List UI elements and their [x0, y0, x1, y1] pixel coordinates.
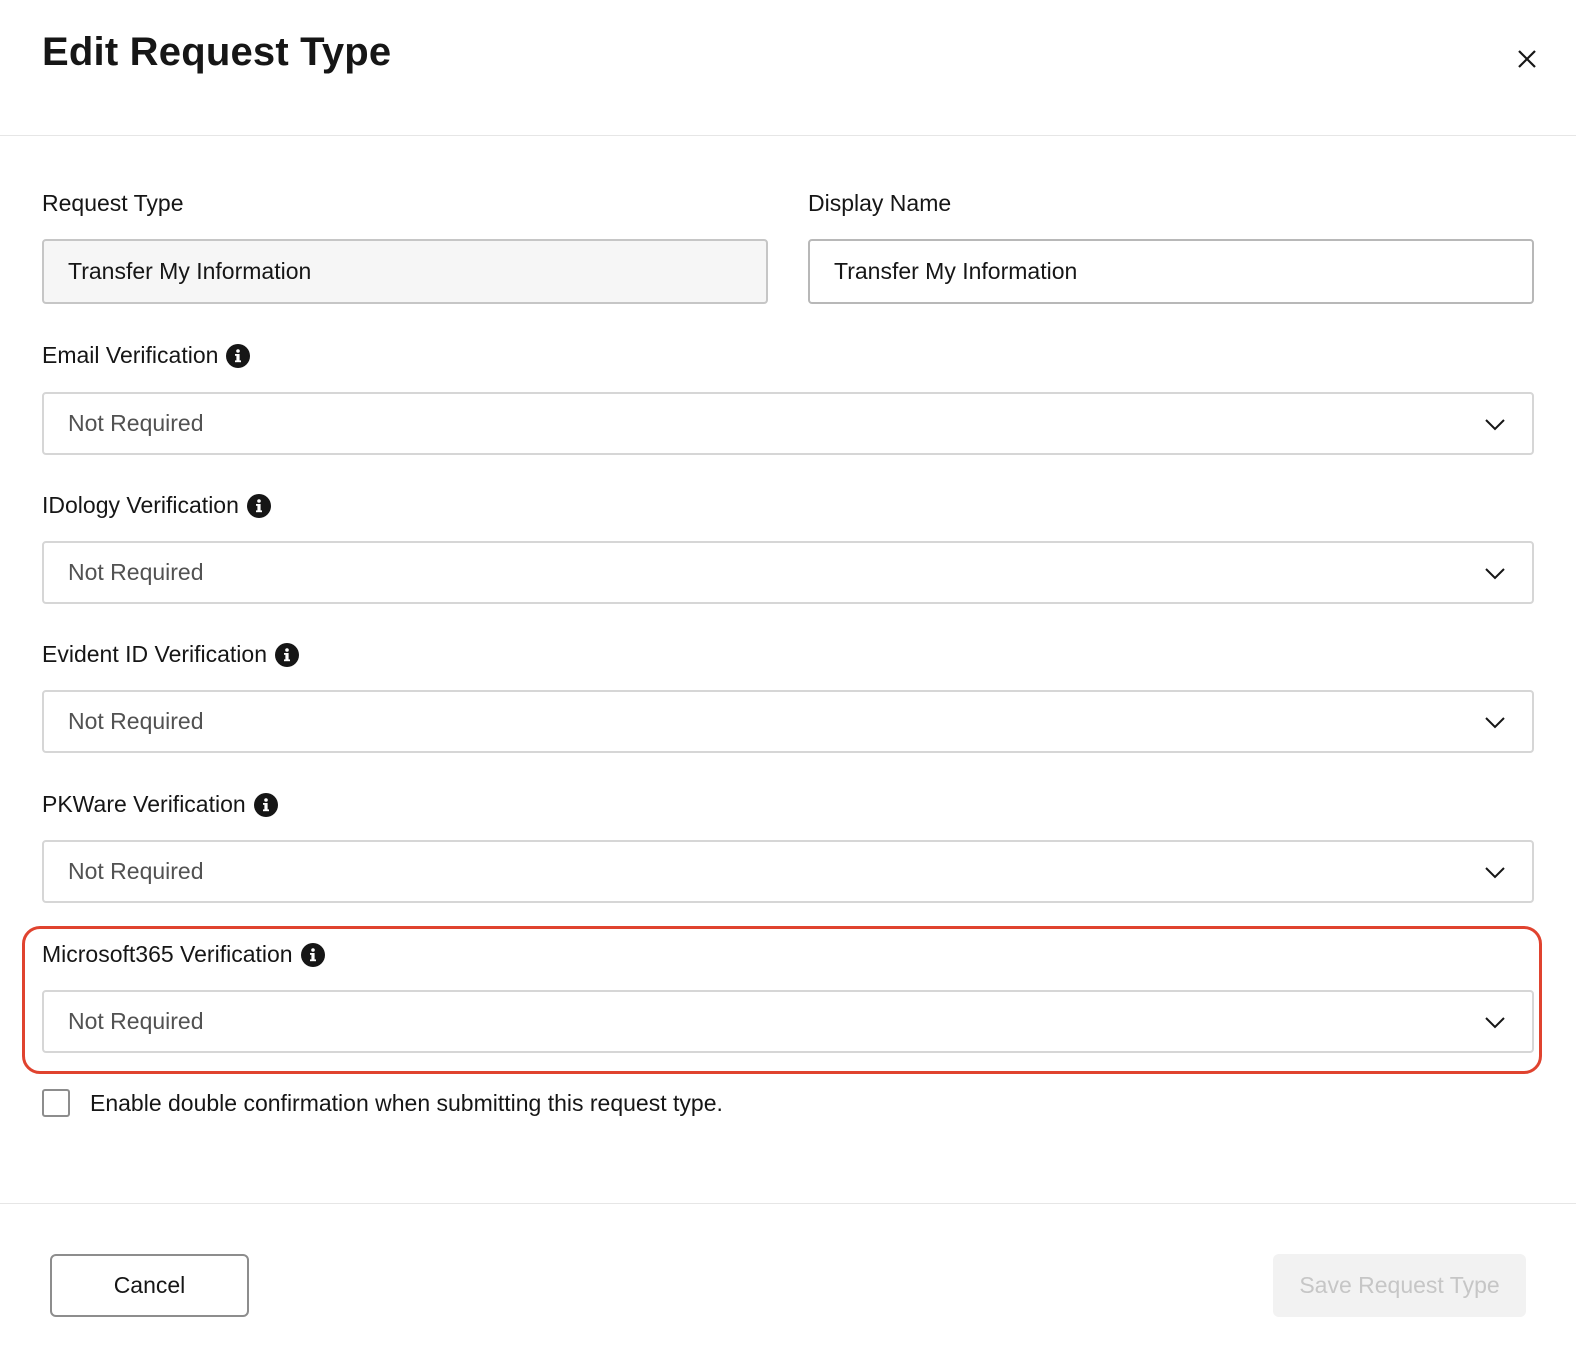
- modal-title: Edit Request Type: [42, 30, 392, 74]
- close-button[interactable]: [1508, 40, 1546, 78]
- microsoft365-verification-select[interactable]: Not Required: [42, 990, 1534, 1053]
- info-icon[interactable]: [246, 493, 271, 518]
- request-type-label: Request Type: [42, 190, 184, 216]
- info-icon[interactable]: [300, 942, 325, 967]
- request-type-input[interactable]: [42, 239, 768, 304]
- cancel-button[interactable]: Cancel: [50, 1254, 249, 1317]
- chevron-down-icon: [1485, 567, 1505, 579]
- pkware-verification-select[interactable]: Not Required: [42, 840, 1534, 903]
- close-icon: [1518, 50, 1536, 68]
- evident-id-verification-label: Evident ID Verification: [42, 641, 300, 668]
- info-icon[interactable]: [253, 792, 278, 817]
- pkware-verification-label: PKWare Verification: [42, 791, 278, 818]
- evident-id-verification-select[interactable]: Not Required: [42, 690, 1534, 753]
- idology-verification-select[interactable]: Not Required: [42, 541, 1534, 604]
- chevron-down-icon: [1485, 418, 1505, 430]
- double-confirmation-label: Enable double confirmation when submitti…: [90, 1089, 723, 1116]
- info-icon[interactable]: [226, 343, 251, 368]
- chevron-down-icon: [1485, 716, 1505, 728]
- double-confirmation-row: Enable double confirmation when submitti…: [42, 1089, 723, 1117]
- display-name-input[interactable]: [808, 239, 1534, 304]
- info-icon[interactable]: [275, 642, 300, 667]
- edit-request-type-modal: Edit Request Type Request Type Display N…: [0, 0, 1576, 1362]
- email-verification-label: Email Verification: [42, 342, 251, 369]
- chevron-down-icon: [1485, 1016, 1505, 1028]
- chevron-down-icon: [1485, 866, 1505, 878]
- modal-header: Edit Request Type: [0, 0, 1576, 136]
- display-name-label: Display Name: [808, 190, 952, 216]
- idology-verification-label: IDology Verification: [42, 492, 271, 519]
- double-confirmation-checkbox[interactable]: [42, 1089, 70, 1117]
- modal-footer: Cancel Save Request Type: [0, 1203, 1576, 1362]
- email-verification-select[interactable]: Not Required: [42, 392, 1534, 455]
- microsoft365-verification-label: Microsoft365 Verification: [42, 941, 325, 968]
- save-request-type-button[interactable]: Save Request Type: [1273, 1254, 1526, 1317]
